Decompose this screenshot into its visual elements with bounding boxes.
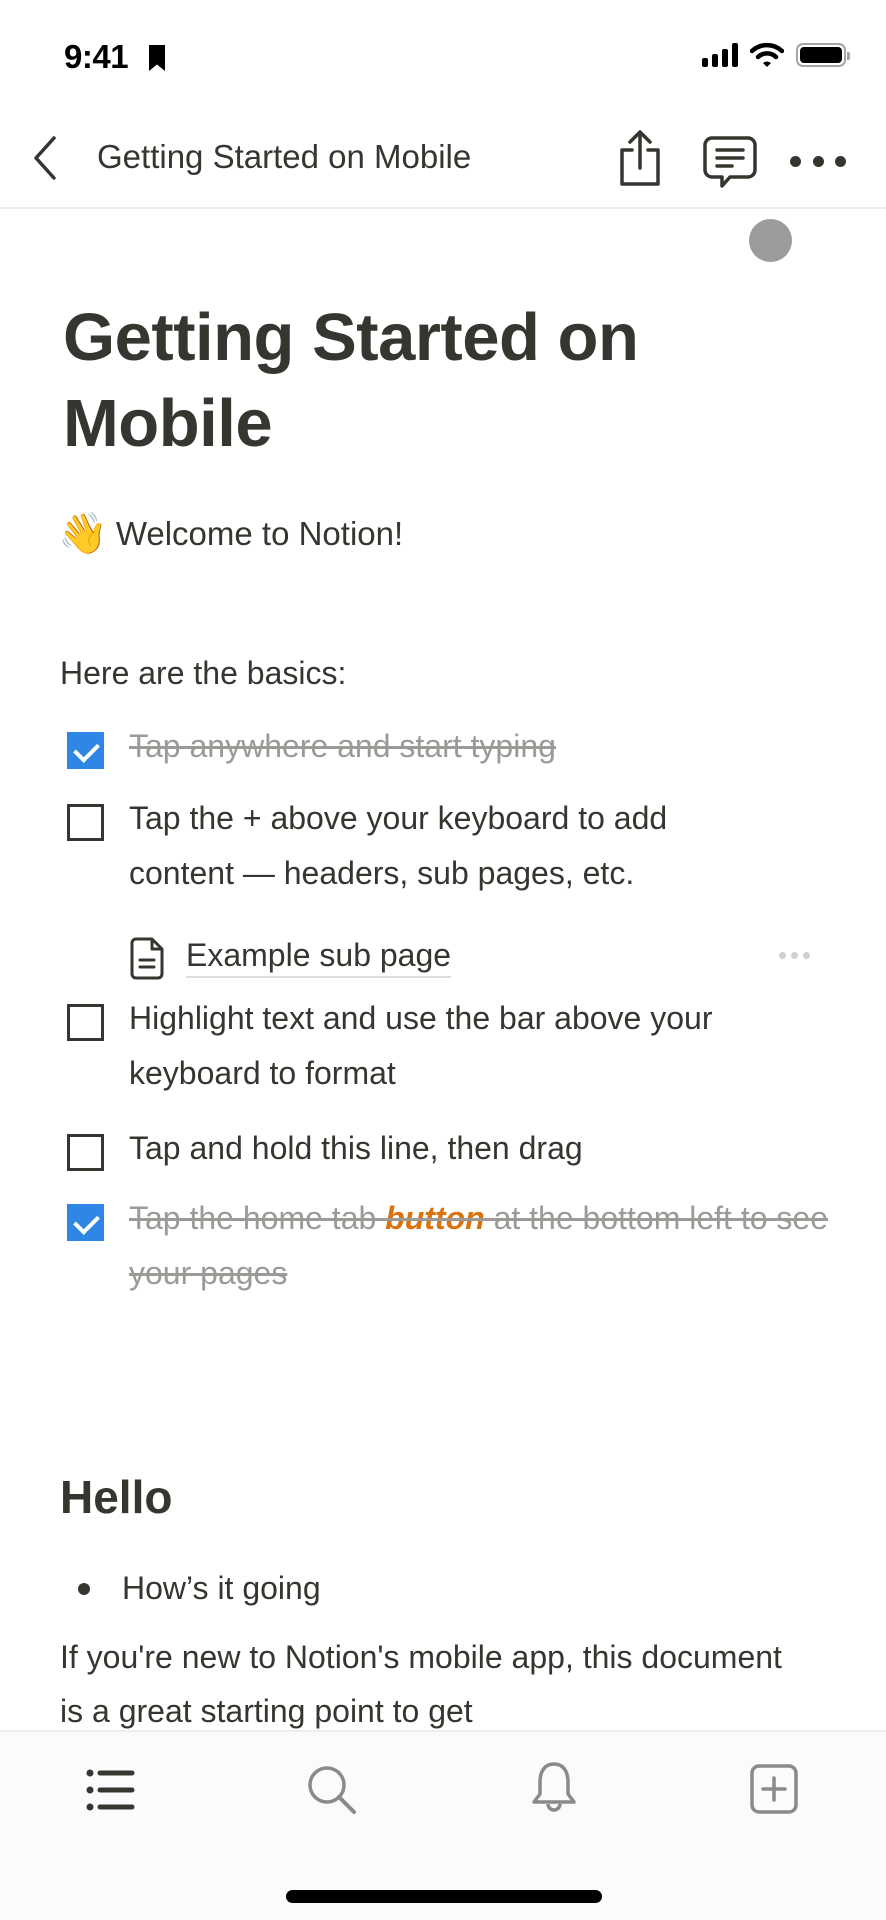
todo-text[interactable]: Tap the home tab button at the bottom le… xyxy=(129,1191,829,1301)
comment-icon[interactable] xyxy=(700,132,760,194)
todo-checkbox[interactable] xyxy=(67,1134,104,1171)
welcome-text: Welcome to Notion! xyxy=(115,514,404,552)
todo-item[interactable]: Tap and hold this line, then drag xyxy=(67,1130,583,1176)
share-icon[interactable] xyxy=(614,128,666,190)
todo-text[interactable]: Tap anywhere and start typing xyxy=(129,719,556,774)
todo-text[interactable]: Tap and hold this line, then drag xyxy=(129,1121,583,1176)
section-heading[interactable]: Hello xyxy=(60,1470,172,1524)
bell-icon[interactable] xyxy=(524,1760,584,1820)
status-icons xyxy=(702,42,850,68)
basics-label[interactable]: Here are the basics: xyxy=(60,655,346,692)
waving-hand-icon: 👋 xyxy=(58,512,108,556)
todo-item[interactable]: Tap the home tab button at the bottom le… xyxy=(67,1200,829,1301)
chevron-left-icon[interactable] xyxy=(22,132,70,184)
todo-item[interactable]: Tap the + above your keyboard to add con… xyxy=(67,800,767,901)
todo-text[interactable]: Highlight text and use the bar above you… xyxy=(129,991,849,1101)
subpage-label: Example sub page xyxy=(186,937,452,978)
todo-text-accent: button xyxy=(385,1200,485,1236)
page-content[interactable]: Getting Started on Mobile 👋 Welcome to N… xyxy=(0,210,886,1730)
bullet-text: How’s it going xyxy=(122,1570,321,1606)
battery-icon xyxy=(796,43,850,67)
todo-item[interactable]: Tap anywhere and start typing xyxy=(67,728,556,774)
todo-checkbox[interactable] xyxy=(67,1004,104,1041)
new-page-icon[interactable] xyxy=(744,1760,804,1820)
list-icon[interactable] xyxy=(80,1760,140,1820)
todo-item[interactable]: Highlight text and use the bar above you… xyxy=(67,1000,849,1101)
status-bar: 9:41 xyxy=(0,0,886,110)
todo-text-before: Tap the home tab xyxy=(129,1200,386,1236)
search-icon[interactable] xyxy=(302,1760,362,1820)
todo-checkbox[interactable] xyxy=(67,1204,104,1241)
nav-bar: Getting Started on Mobile xyxy=(0,110,886,209)
bookmark-icon xyxy=(149,45,165,71)
page-icon xyxy=(130,937,164,979)
subpage-more-icon[interactable] xyxy=(779,952,810,959)
page-title[interactable]: Getting Started on Mobile xyxy=(63,295,783,467)
wifi-icon xyxy=(750,42,784,67)
todo-text[interactable]: Tap the + above your keyboard to add con… xyxy=(129,791,767,901)
todo-checkbox[interactable] xyxy=(67,804,104,841)
intro-paragraph[interactable]: If you're new to Notion's mobile app, th… xyxy=(60,1630,790,1730)
home-indicator[interactable] xyxy=(286,1890,602,1903)
status-time: 9:41 xyxy=(64,38,129,75)
bullet-dot-icon xyxy=(78,1582,90,1595)
tab-bar xyxy=(0,1730,886,1920)
todo-checkbox[interactable] xyxy=(67,732,104,769)
subpage-link[interactable]: Example sub page xyxy=(130,930,820,985)
welcome-line[interactable]: 👋 Welcome to Notion! xyxy=(58,510,403,557)
bullet-item[interactable]: How’s it going xyxy=(78,1570,321,1607)
nav-title: Getting Started on Mobile xyxy=(97,138,472,175)
more-icon[interactable] xyxy=(790,146,846,176)
signal-icon xyxy=(702,43,738,67)
